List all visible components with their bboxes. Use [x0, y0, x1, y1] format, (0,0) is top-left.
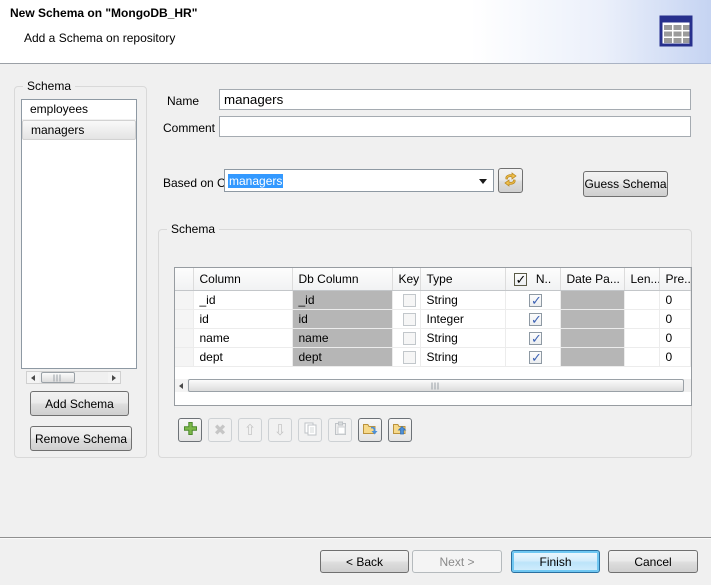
cell-date-pattern	[560, 328, 624, 347]
table-grid-icon	[659, 15, 695, 52]
guess-schema-button[interactable]: Guess Schema	[583, 171, 668, 197]
plus-icon	[183, 421, 198, 439]
import-folder-icon	[392, 421, 409, 440]
cell-column[interactable]: id	[193, 309, 292, 328]
dialog-title: New Schema on "MongoDB_HR"	[10, 6, 197, 20]
footer-divider	[0, 537, 711, 539]
cell-date-pattern	[560, 290, 624, 309]
key-checkbox[interactable]	[403, 351, 416, 364]
key-checkbox[interactable]	[403, 313, 416, 326]
comment-input[interactable]	[219, 116, 691, 137]
list-item-employees[interactable]: employees	[22, 100, 136, 120]
cell-date-pattern	[560, 347, 624, 366]
cell-precision[interactable]: 0	[659, 328, 691, 347]
paste-button	[328, 418, 352, 442]
dialog-subtitle: Add a Schema on repository	[24, 31, 175, 45]
col-header-key[interactable]: Key	[392, 268, 420, 290]
col-header-type[interactable]: Type	[420, 268, 505, 290]
export-folder-icon	[362, 421, 379, 440]
table-row: dept dept String 0	[175, 347, 691, 366]
cell-db-column: name	[292, 328, 392, 347]
scroll-left-icon[interactable]	[27, 372, 39, 383]
cell-column[interactable]: name	[193, 328, 292, 347]
cell-type[interactable]: String	[420, 290, 505, 309]
cell-length[interactable]	[624, 328, 659, 347]
table-row: _id _id String 0	[175, 290, 691, 309]
schema-list-group-label: Schema	[23, 79, 75, 93]
refresh-collections-button[interactable]	[498, 168, 523, 193]
finish-button[interactable]: Finish	[511, 550, 600, 573]
cell-type[interactable]: String	[420, 328, 505, 347]
new-schema-dialog: New Schema on "MongoDB_HR" Add a Schema …	[0, 0, 711, 585]
nullable-select-all-checkbox[interactable]	[514, 273, 527, 286]
schema-table-group-label: Schema	[167, 222, 219, 236]
scroll-left-icon[interactable]	[175, 379, 187, 392]
next-button: Next >	[412, 550, 502, 573]
cell-db-column: _id	[292, 290, 392, 309]
arrow-down-icon: ⇩	[274, 423, 287, 438]
cell-precision[interactable]: 0	[659, 290, 691, 309]
scroll-right-icon[interactable]	[108, 372, 120, 383]
schema-list-hscrollbar[interactable]	[26, 371, 121, 384]
chevron-down-icon[interactable]	[479, 179, 487, 184]
nullable-checkbox[interactable]	[529, 351, 542, 364]
collection-selected-text: managers	[228, 174, 283, 188]
col-header-db-column[interactable]: Db Column	[292, 268, 392, 290]
table-hscrollbar[interactable]	[175, 379, 691, 392]
cell-db-column: id	[292, 309, 392, 328]
copy-button	[298, 418, 322, 442]
key-checkbox[interactable]	[403, 294, 416, 307]
cell-column[interactable]: dept	[193, 347, 292, 366]
scrollbar-thumb[interactable]	[188, 379, 684, 392]
remove-row-button: ✖	[208, 418, 232, 442]
move-up-button: ⇧	[238, 418, 262, 442]
sync-icon	[502, 171, 519, 191]
comment-label: Comment	[163, 121, 215, 135]
cell-type[interactable]: Integer	[420, 309, 505, 328]
cancel-button[interactable]: Cancel	[608, 550, 698, 573]
cell-length[interactable]	[624, 347, 659, 366]
add-row-button[interactable]	[178, 418, 202, 442]
col-header-column[interactable]: Column	[193, 268, 292, 290]
schema-list[interactable]: employees managers	[21, 99, 137, 369]
schema-table: Column Db Column Key Type N.. Date Pa...…	[174, 267, 692, 406]
import-schema-button[interactable]	[388, 418, 412, 442]
table-header-row: Column Db Column Key Type N.. Date Pa...…	[175, 268, 691, 290]
cell-type[interactable]: String	[420, 347, 505, 366]
cell-precision[interactable]: 0	[659, 309, 691, 328]
wizard-banner: New Schema on "MongoDB_HR" Add a Schema …	[0, 0, 711, 64]
remove-schema-button[interactable]: Remove Schema	[30, 426, 132, 451]
name-label: Name	[167, 94, 199, 108]
move-down-button: ⇩	[268, 418, 292, 442]
nullable-checkbox[interactable]	[529, 294, 542, 307]
cell-date-pattern	[560, 309, 624, 328]
paste-icon	[333, 421, 348, 439]
col-header-length[interactable]: Len...	[624, 268, 659, 290]
col-header-nullable[interactable]: N..	[505, 268, 560, 290]
collection-combobox[interactable]: managers	[224, 169, 494, 192]
table-row: id id Integer 0	[175, 309, 691, 328]
cell-column[interactable]: _id	[193, 290, 292, 309]
export-schema-button[interactable]	[358, 418, 382, 442]
list-item-managers[interactable]: managers	[22, 120, 136, 140]
add-schema-button[interactable]: Add Schema	[30, 391, 129, 416]
col-header-precision[interactable]: Pre...	[659, 268, 691, 290]
cell-db-column: dept	[292, 347, 392, 366]
cell-length[interactable]	[624, 309, 659, 328]
arrow-up-icon: ⇧	[244, 423, 257, 438]
cell-length[interactable]	[624, 290, 659, 309]
delete-x-icon: ✖	[214, 423, 227, 438]
copy-icon	[303, 421, 318, 439]
col-header-date-pattern[interactable]: Date Pa...	[560, 268, 624, 290]
table-row: name name String 0	[175, 328, 691, 347]
name-input[interactable]	[219, 89, 691, 110]
key-checkbox[interactable]	[403, 332, 416, 345]
cell-precision[interactable]: 0	[659, 347, 691, 366]
nullable-checkbox[interactable]	[529, 332, 542, 345]
scrollbar-thumb[interactable]	[41, 372, 75, 383]
back-button[interactable]: < Back	[320, 550, 409, 573]
nullable-checkbox[interactable]	[529, 313, 542, 326]
